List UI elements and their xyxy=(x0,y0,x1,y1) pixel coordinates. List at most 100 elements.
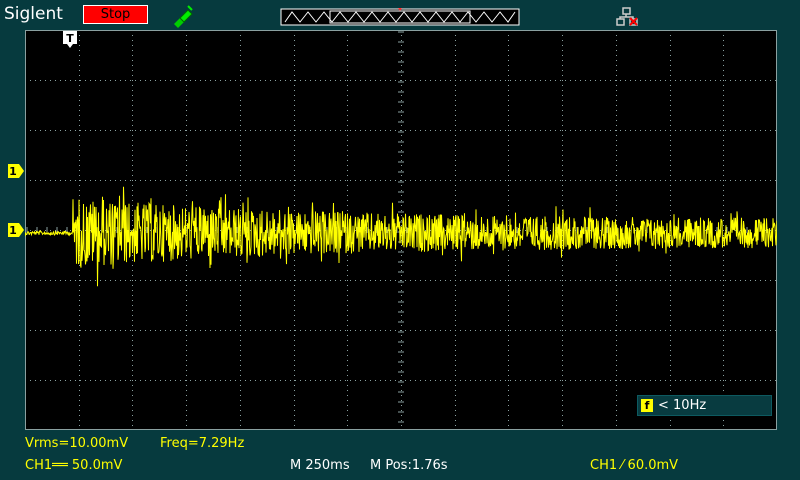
grid-dot xyxy=(135,80,136,81)
grid-dot xyxy=(616,280,617,281)
grid-dot xyxy=(616,165,617,166)
grid-dot xyxy=(240,185,241,186)
grid-dot xyxy=(294,360,295,361)
grid-dot xyxy=(723,75,724,76)
grid-dot xyxy=(508,335,509,336)
grid-dot xyxy=(294,80,295,81)
grid-dot xyxy=(670,190,671,191)
grid-dot xyxy=(740,180,741,181)
grid-dot xyxy=(170,330,171,331)
grid-dot xyxy=(555,280,556,281)
grid-dot xyxy=(265,380,266,381)
grid-dot xyxy=(345,280,346,281)
grid-dot xyxy=(45,80,46,81)
grid-dot xyxy=(635,130,636,131)
grid-dot xyxy=(508,280,509,281)
grid-dot xyxy=(130,180,131,181)
ch1-ground-marker[interactable]: 1 xyxy=(8,223,24,237)
grid-dot xyxy=(405,130,406,131)
grid-dot xyxy=(240,300,241,301)
grid-dot xyxy=(270,330,271,331)
grid-dot xyxy=(625,380,626,381)
grid-dot xyxy=(260,130,261,131)
run-stop-indicator[interactable]: Stop xyxy=(83,5,148,24)
grid-dot xyxy=(186,90,187,91)
grid-dot xyxy=(355,230,356,231)
grid-dot xyxy=(79,270,80,271)
grid-dot xyxy=(616,285,617,286)
trigger-level-marker[interactable]: 1 xyxy=(8,164,24,178)
grid-dot xyxy=(235,130,236,131)
grid-dot xyxy=(745,130,746,131)
grid-dot xyxy=(325,380,326,381)
grid-dot xyxy=(294,410,295,411)
grid-dot xyxy=(85,180,86,181)
grid-dot xyxy=(132,325,133,326)
grid-dot xyxy=(660,130,661,131)
grid-dot xyxy=(186,375,187,376)
probe-pen-icon[interactable] xyxy=(170,4,194,28)
grid-dot xyxy=(508,215,509,216)
grid-dot xyxy=(294,310,295,311)
trigger-position-icon[interactable]: T xyxy=(63,31,77,48)
ch1-scale[interactable]: CH1══ 50.0mV xyxy=(25,458,122,473)
grid-dot xyxy=(401,130,402,131)
grid-dot xyxy=(245,280,246,281)
grid-dot xyxy=(455,45,456,46)
grid-dot xyxy=(79,195,80,196)
grid-dot xyxy=(723,420,724,421)
grid-dot xyxy=(347,145,348,146)
grid-dot xyxy=(186,45,187,46)
grid-dot xyxy=(132,150,133,151)
grid-dot xyxy=(505,180,506,181)
grid-dot xyxy=(616,40,617,41)
grid-dot xyxy=(275,180,276,181)
grid-dot xyxy=(675,180,676,181)
grid-dot xyxy=(455,75,456,76)
grid-dot xyxy=(315,180,316,181)
grid-dot xyxy=(640,280,641,281)
memory-position-bar[interactable] xyxy=(280,8,520,26)
timebase[interactable]: M 250ms xyxy=(290,458,350,473)
grid-dot xyxy=(335,280,336,281)
grid-dot xyxy=(455,165,456,166)
grid-dot xyxy=(401,315,402,316)
grid-dot xyxy=(475,80,476,81)
grid-dot xyxy=(190,180,191,181)
grid-dot xyxy=(347,305,348,306)
grid-dot xyxy=(562,310,563,311)
grid-dot xyxy=(508,275,509,276)
grid-dot xyxy=(570,330,571,331)
grid-dot xyxy=(320,130,321,131)
trigger-setting[interactable]: CH1 ⁄ 60.0mV xyxy=(590,458,678,473)
grid-dot xyxy=(401,250,402,251)
waveform-display[interactable] xyxy=(25,30,777,430)
grid-dot xyxy=(670,40,671,41)
grid-dot xyxy=(165,330,166,331)
grid-dot xyxy=(50,380,51,381)
grid-dot xyxy=(240,295,241,296)
grid-dot xyxy=(115,380,116,381)
grid-dot xyxy=(670,290,671,291)
grid-dot xyxy=(240,215,241,216)
memory-position[interactable]: M Pos:1.76s xyxy=(370,458,448,473)
grid-dot xyxy=(401,300,402,301)
grid-dot xyxy=(616,160,617,161)
grid-dot xyxy=(186,140,187,141)
grid-dot xyxy=(294,140,295,141)
grid-dot xyxy=(720,280,721,281)
grid-dot xyxy=(401,415,402,416)
grid-dot xyxy=(195,180,196,181)
grid-dot xyxy=(455,375,456,376)
grid-dot xyxy=(670,45,671,46)
grid-dot xyxy=(45,230,46,231)
grid-dot xyxy=(723,55,724,56)
grid-dot xyxy=(670,90,671,91)
grid-dot xyxy=(616,50,617,51)
grid-dot xyxy=(562,160,563,161)
grid-dot xyxy=(132,115,133,116)
grid-dot xyxy=(515,180,516,181)
grid-dot xyxy=(508,305,509,306)
grid-dot xyxy=(320,380,321,381)
grid-dot xyxy=(680,180,681,181)
